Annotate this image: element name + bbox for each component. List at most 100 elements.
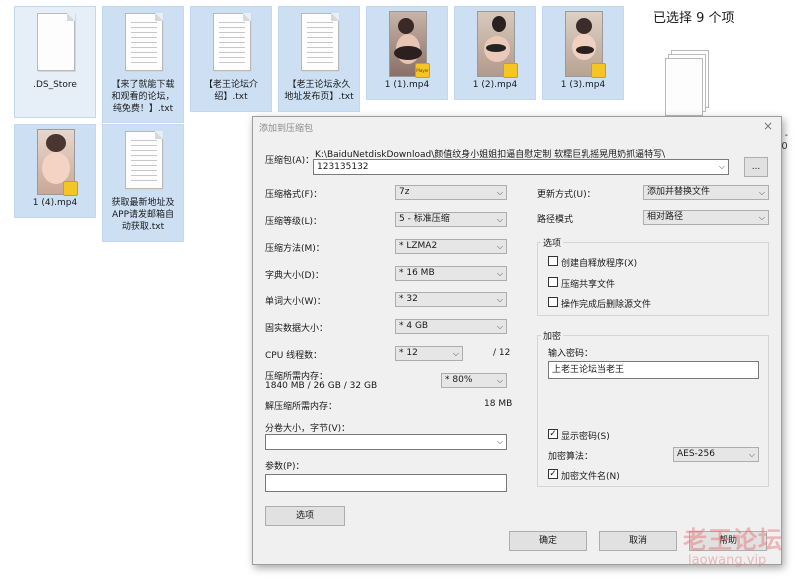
shared-checkbox[interactable] — [548, 277, 558, 287]
solid-label: 固实数据大小： — [265, 324, 329, 334]
dict-value: * 16 MB — [399, 268, 435, 278]
file-tile[interactable]: 【老王论坛介 绍】.txt — [190, 6, 272, 112]
player-badge-icon: Player — [415, 63, 430, 78]
file-name: 1 (3).mp4 — [560, 80, 606, 90]
file-tile[interactable]: 1 (2).mp4 — [454, 6, 536, 100]
level-select[interactable]: 5 - 标准压缩 ⌵ — [395, 212, 507, 227]
split-size-input[interactable]: ⌵ — [265, 434, 507, 450]
update-select[interactable]: 添加并替换文件 ⌵ — [643, 185, 769, 200]
file-name: 1 (2).mp4 — [472, 80, 518, 90]
shared-label: 压缩共享文件 — [561, 280, 616, 290]
text-file-icon — [103, 7, 183, 79]
player-badge-icon — [503, 63, 518, 78]
cpu-select[interactable]: * 12 ⌵ — [395, 346, 463, 361]
watermark-url: laowang.vip — [688, 553, 767, 568]
password-input[interactable]: 上老王论坛当老王 — [548, 361, 759, 379]
file-tile[interactable]: 获取最新地址及 APP请发邮箱自 动获取.txt — [102, 124, 184, 242]
file-name: 1 (4).mp4 — [32, 198, 78, 208]
sfx-label: 创建自释放程序(X) — [561, 259, 638, 269]
selection-count: 已选择 9 个项 — [653, 11, 735, 26]
chevron-down-icon: ⌵ — [718, 162, 725, 171]
text-file-icon — [279, 7, 359, 79]
method-value: * LZMA2 — [399, 241, 438, 251]
add-to-archive-dialog: 添加到压缩包 × 压缩包(A)： K:\BaiduNetdiskDownload… — [252, 116, 782, 565]
password-label: 输入密码： — [548, 349, 594, 359]
file-tile[interactable]: 【老王论坛永久 地址发布页】.txt — [278, 6, 360, 112]
mem-value: 1840 MB / 26 GB / 32 GB — [265, 381, 378, 391]
stacked-files-icon — [665, 50, 709, 116]
show-password-label: 显示密码(S) — [561, 432, 610, 442]
close-icon[interactable]: × — [763, 119, 773, 133]
update-label: 更新方式(U)： — [537, 190, 596, 200]
format-value: 7z — [399, 187, 410, 197]
video-thumbnail — [455, 7, 535, 79]
method-select[interactable]: * LZMA2 ⌵ — [395, 239, 507, 254]
path-select[interactable]: 相对路径 ⌵ — [643, 210, 769, 225]
chevron-down-icon: ⌵ — [748, 450, 755, 459]
player-badge-icon — [63, 181, 78, 196]
options-button[interactable]: 选项 — [265, 506, 345, 526]
encryption-group-title: 加密 — [541, 329, 564, 342]
dialog-title: 添加到压缩包 — [259, 124, 314, 134]
dict-select[interactable]: * 16 MB ⌵ — [395, 266, 507, 281]
delete-checkbox[interactable] — [548, 297, 558, 307]
show-password-checkbox[interactable]: ✓ — [548, 429, 558, 439]
solid-select[interactable]: * 4 GB ⌵ — [395, 319, 507, 334]
cancel-button[interactable]: 取消 — [599, 531, 677, 551]
chevron-down-icon: ⌵ — [758, 213, 765, 222]
encrypt-names-checkbox[interactable]: ✓ — [548, 469, 558, 479]
chevron-down-icon: ⌵ — [496, 269, 503, 278]
file-tile[interactable]: 【来了就能下载 和观看的论坛， 纯免费！】.txt — [102, 6, 184, 123]
player-badge-icon — [591, 63, 606, 78]
cpu-value: * 12 — [399, 348, 418, 358]
text-file-icon — [191, 7, 271, 79]
chevron-down-icon: ⌵ — [758, 188, 765, 197]
archive-name-input[interactable]: 123135132 ⌵ — [313, 159, 729, 175]
file-tile[interactable]: Player 1 (1).mp4 — [366, 6, 448, 100]
ok-button[interactable]: 确定 — [509, 531, 587, 551]
word-select[interactable]: * 32 ⌵ — [395, 292, 507, 307]
solid-value: * 4 GB — [399, 321, 429, 331]
video-thumbnail — [543, 7, 623, 79]
file-name: 获取最新地址及 APP请发邮箱自 动获取.txt — [111, 198, 175, 232]
sfx-checkbox[interactable] — [548, 256, 558, 266]
mem-percent-value: * 80% — [445, 375, 473, 385]
video-thumbnail — [15, 125, 95, 197]
file-tile[interactable]: 1 (3).mp4 — [542, 6, 624, 100]
chevron-down-icon: ⌵ — [496, 322, 503, 331]
file-tile[interactable]: 1 (4).mp4 — [14, 124, 96, 218]
file-name: 【来了就能下载 和观看的论坛， 纯免费！】.txt — [111, 80, 175, 114]
word-label: 单词大小(W)： — [265, 297, 326, 307]
level-value: 5 - 标准压缩 — [399, 214, 450, 224]
archive-label: 压缩包(A)： — [265, 156, 315, 166]
chevron-down-icon: ⌵ — [496, 188, 503, 197]
format-label: 压缩格式(F)： — [265, 190, 323, 200]
file-name: 【老王论坛介 绍】.txt — [203, 80, 258, 102]
method-label: 压缩方法(M)： — [265, 244, 325, 254]
path-value: 相对路径 — [647, 212, 684, 222]
cpu-total: / 12 — [493, 348, 511, 358]
file-name: .DS_Store — [33, 80, 77, 90]
enc-method-select[interactable]: AES-256 ⌵ — [673, 447, 759, 462]
path-label: 路径模式 — [537, 215, 574, 225]
params-input[interactable] — [265, 474, 507, 492]
format-select[interactable]: 7z ⌵ — [395, 185, 507, 200]
decomp-label: 解压缩所需内存： — [265, 402, 338, 412]
level-label: 压缩等级(L)： — [265, 217, 323, 227]
chevron-down-icon: ⌵ — [496, 437, 503, 446]
chevron-down-icon: ⌵ — [496, 376, 503, 385]
password-value: 上老王论坛当老王 — [552, 365, 625, 375]
dict-label: 字典大小(D)： — [265, 271, 324, 281]
file-icon — [15, 7, 95, 79]
browse-button[interactable]: ... — [744, 157, 768, 177]
delete-label: 操作完成后删除源文件 — [561, 300, 652, 310]
enc-method-value: AES-256 — [677, 449, 715, 459]
text-file-icon — [103, 125, 183, 197]
chevron-down-icon: ⌵ — [496, 295, 503, 304]
chevron-down-icon: ⌵ — [496, 215, 503, 224]
file-tile[interactable]: .DS_Store — [14, 6, 96, 118]
options-group-title: 选项 — [541, 236, 564, 249]
file-name: 【老王论坛永久 地址发布页】.txt — [284, 80, 354, 102]
decomp-value: 18 MB — [484, 399, 513, 409]
mem-percent-select[interactable]: * 80% ⌵ — [441, 373, 507, 388]
